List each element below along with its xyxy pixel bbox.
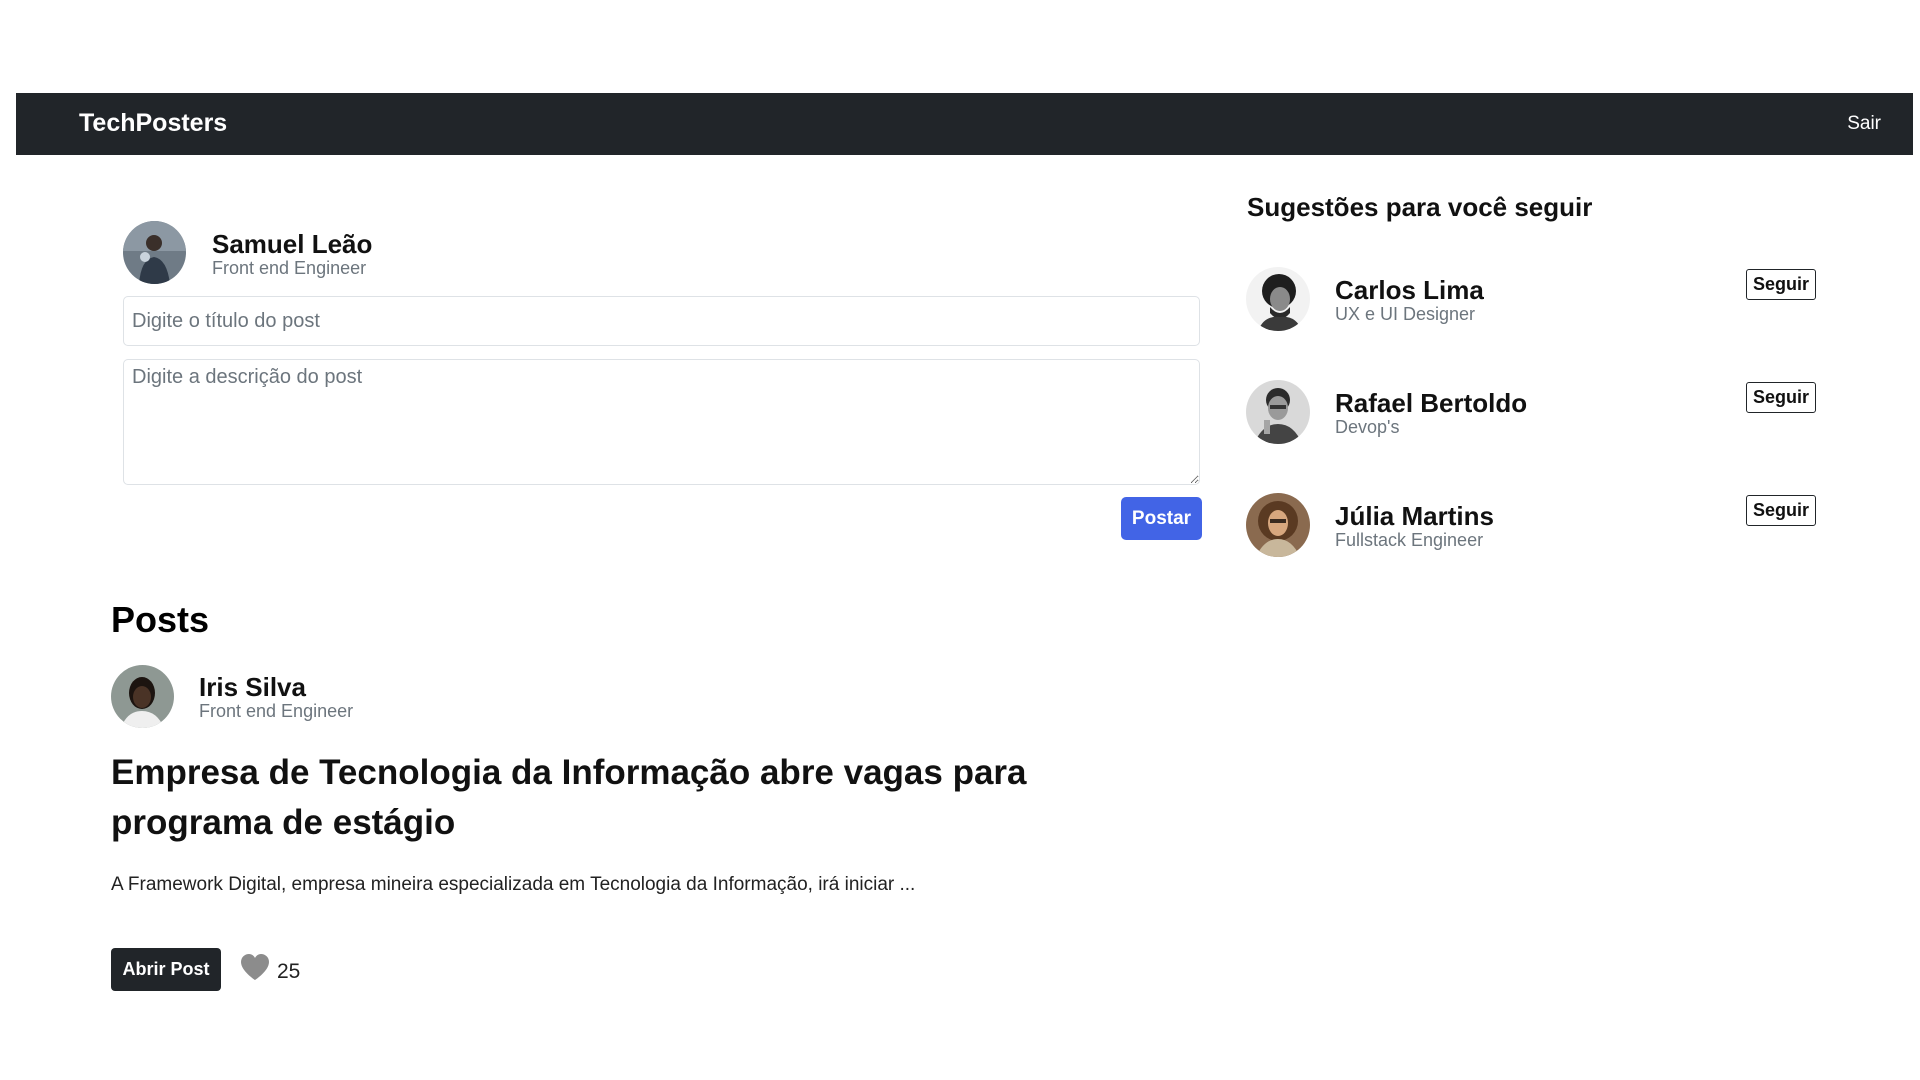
current-user-avatar <box>123 221 186 284</box>
suggestions-title: Sugestões para você seguir <box>1247 192 1593 222</box>
suggestion-avatar <box>1246 267 1310 331</box>
heart-icon[interactable] <box>240 953 270 986</box>
like-count: 25 <box>277 960 301 983</box>
post-title-input[interactable] <box>123 296 1200 346</box>
current-user-role: Front end Engineer <box>212 258 367 278</box>
post-submit-button[interactable]: Postar <box>1121 497 1202 540</box>
suggestion-avatar <box>1246 493 1310 557</box>
follow-button[interactable]: Seguir <box>1746 382 1816 413</box>
logout-link[interactable]: Sair <box>1847 109 1881 139</box>
posts-heading: Posts <box>111 599 210 640</box>
post-author-role: Front end Engineer <box>199 701 354 721</box>
suggestion-avatar <box>1246 380 1310 444</box>
brand-logo-text[interactable]: TechPosters <box>79 106 227 140</box>
suggestion-role: Devop's <box>1335 417 1400 437</box>
suggestion-role: UX e UI Designer <box>1335 304 1476 324</box>
navbar: TechPosters Sair <box>16 93 1913 155</box>
suggestion-role: Fullstack Engineer <box>1335 530 1484 550</box>
open-post-button[interactable]: Abrir Post <box>111 948 221 991</box>
follow-button[interactable]: Seguir <box>1746 269 1816 300</box>
post-excerpt: A Framework Digital, empresa mineira esp… <box>111 874 916 895</box>
post-author-avatar <box>111 665 174 728</box>
post-title: Empresa de Tecnologia da Informação abre… <box>111 753 1027 842</box>
post-description-input[interactable] <box>123 359 1200 485</box>
follow-button[interactable]: Seguir <box>1746 495 1816 526</box>
